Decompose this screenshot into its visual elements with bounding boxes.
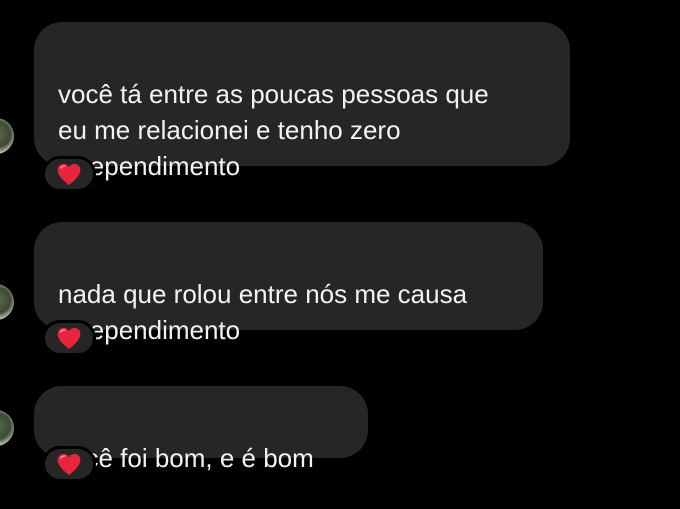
contact-avatar[interactable] — [0, 284, 14, 320]
heart-reaction[interactable] — [42, 446, 96, 482]
message-text: você tá entre as poucas pessoas que eu m… — [58, 79, 489, 181]
contact-avatar[interactable] — [0, 410, 14, 446]
contact-avatar[interactable] — [0, 118, 14, 154]
red-heart-icon — [57, 453, 81, 475]
message-text: nada que rolou entre nós me causa arrepe… — [58, 279, 468, 345]
message-text: você foi bom, e é bom — [58, 443, 314, 473]
heart-reaction[interactable] — [42, 156, 96, 192]
message-bubble[interactable]: nada que rolou entre nós me causa arrepe… — [34, 222, 543, 345]
red-heart-icon — [57, 327, 81, 349]
red-heart-icon — [57, 163, 81, 185]
chat-thread: você tá entre as poucas pessoas que eu m… — [0, 0, 680, 509]
message-bubble[interactable]: você tá entre as poucas pessoas que eu m… — [34, 22, 570, 181]
heart-reaction[interactable] — [42, 320, 96, 356]
